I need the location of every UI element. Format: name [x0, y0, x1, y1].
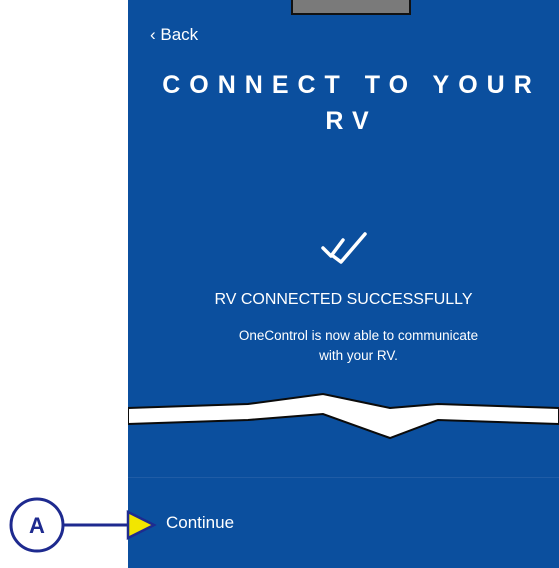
double-check-icon [320, 232, 367, 264]
callout-letter: A [29, 513, 45, 538]
page-break-tear [128, 392, 559, 440]
description-line-2: with your RV. [319, 348, 398, 363]
app-screen: ‹ Back CONNECT TO YOUR RV RV CONNECTED S… [128, 0, 559, 568]
connection-status-description: OneControl is now able to communicate wi… [208, 326, 509, 366]
description-line-1: OneControl is now able to communicate [238, 328, 479, 343]
page-title-line-2: RV [325, 107, 378, 135]
back-button[interactable]: ‹ Back [150, 25, 198, 45]
connection-status-heading: RV CONNECTED SUCCESSFULLY [214, 291, 473, 308]
page-title-line-1: CONNECT TO YOUR [162, 71, 541, 99]
top-tab-decoration [291, 0, 411, 15]
page-title: CONNECT TO YOUR RV [128, 67, 559, 139]
callout-arrow-head [126, 509, 157, 541]
callout-annotation: A [9, 497, 157, 553]
continue-button[interactable]: Continue [166, 513, 234, 533]
footer-divider [128, 477, 559, 478]
